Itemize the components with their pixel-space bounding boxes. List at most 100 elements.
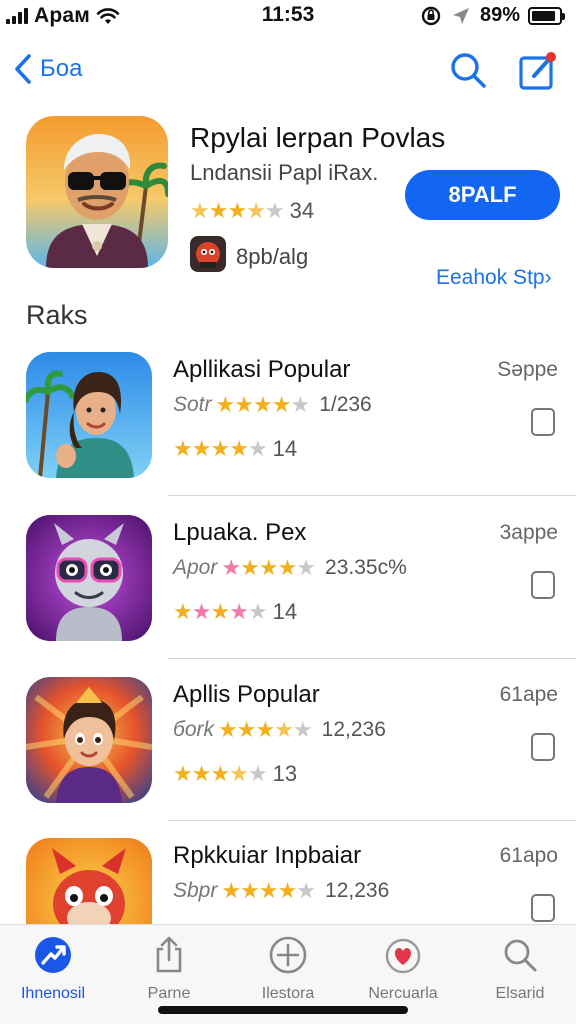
star-icon: ★ bbox=[258, 555, 279, 580]
app-rating: ★★★★★ 14 bbox=[173, 599, 297, 625]
star-icon: ★ bbox=[173, 599, 193, 624]
star-rating: ★★★★★ bbox=[221, 878, 316, 904]
see-all-link[interactable]: Eeahok Stp› bbox=[436, 266, 552, 290]
tab-label: Elsarid bbox=[495, 985, 545, 1002]
tab-label: Nercuarla bbox=[368, 985, 438, 1002]
star-icon: ★ bbox=[191, 436, 212, 461]
share-icon bbox=[156, 936, 182, 973]
review-count: 12,236 bbox=[321, 718, 386, 741]
star-icon: ★ bbox=[191, 599, 212, 624]
app-icon bbox=[26, 352, 152, 478]
location-icon bbox=[452, 7, 469, 24]
app-price: 3appe bbox=[499, 521, 558, 544]
star-icon: ★ bbox=[229, 436, 249, 461]
rating-count: 34 bbox=[289, 198, 315, 223]
home-indicator[interactable] bbox=[158, 1006, 408, 1014]
star-icon: ★ bbox=[240, 555, 260, 580]
star-icon: ★ bbox=[210, 761, 230, 786]
back-button[interactable]: Бoa bbox=[12, 52, 82, 86]
star-rating: ★★★★★ bbox=[218, 717, 313, 743]
app-subtitle: бork ★★★★★ 12,236 bbox=[173, 717, 386, 743]
star-rating: ★★★★★ bbox=[221, 555, 316, 581]
star-icon: ★ bbox=[296, 555, 316, 580]
app-category: Apor bbox=[173, 556, 218, 579]
developer-name[interactable]: 8pb/alg bbox=[236, 244, 308, 270]
developer-artwork bbox=[190, 236, 226, 272]
app-price: 61apo bbox=[499, 844, 558, 867]
rating-count: 14 bbox=[272, 436, 298, 461]
star-icon: ★ bbox=[234, 392, 254, 417]
tab-search[interactable]: Elsarid bbox=[465, 935, 575, 1003]
section-title: Raks bbox=[26, 300, 88, 330]
star-icon: ★ bbox=[229, 599, 249, 624]
search-icon bbox=[504, 939, 537, 972]
star-icon: ★ bbox=[277, 878, 298, 903]
developer-icon bbox=[190, 236, 226, 272]
star-rating: ★★★★★ bbox=[173, 436, 268, 462]
star-icon: ★ bbox=[247, 599, 268, 624]
tab-label: Parne bbox=[147, 985, 191, 1002]
star-icon: ★ bbox=[173, 761, 193, 786]
battery-percent: 89% bbox=[479, 4, 520, 26]
battery-level bbox=[532, 10, 556, 21]
select-checkbox[interactable] bbox=[531, 894, 555, 922]
featured-app-icon[interactable] bbox=[26, 116, 168, 268]
star-icon: ★ bbox=[290, 392, 310, 417]
app-category: бork bbox=[173, 718, 214, 741]
app-title: Apllis Popular bbox=[173, 681, 320, 708]
star-icon: ★ bbox=[292, 717, 313, 742]
tab-favorites[interactable]: Nercuarla bbox=[348, 935, 458, 1003]
select-checkbox[interactable] bbox=[531, 408, 555, 436]
heart-icon bbox=[385, 938, 421, 974]
star-icon: ★ bbox=[191, 761, 212, 786]
get-button[interactable]: 8PALF bbox=[405, 170, 560, 220]
tab-share[interactable]: Parne bbox=[114, 935, 224, 1003]
search-icon[interactable] bbox=[448, 50, 488, 90]
star-rating: ★★★★★ bbox=[215, 392, 311, 418]
tab-label: Ilestora bbox=[261, 985, 315, 1002]
app-artwork bbox=[26, 515, 152, 641]
rating-count: 13 bbox=[272, 761, 298, 786]
divider bbox=[168, 658, 576, 659]
star-icon: ★ bbox=[258, 878, 279, 903]
app-title: Apllikasi Popular bbox=[173, 356, 351, 383]
app-rating: ★★★★★ 14 bbox=[173, 436, 297, 462]
star-rating: ★★★★★ bbox=[173, 599, 268, 625]
app-subtitle: Sotr ★★★★★ 1/236 bbox=[173, 392, 372, 418]
app-category: Sotr bbox=[173, 393, 212, 416]
star-icon: ★ bbox=[208, 198, 229, 223]
compose-icon[interactable] bbox=[516, 50, 558, 92]
list-item[interactable]: Lpuaka. Pex Apor ★★★★★ 23.35c% ★★★★★ 14 … bbox=[0, 515, 576, 679]
star-icon: ★ bbox=[296, 878, 316, 903]
star-icon: ★ bbox=[255, 717, 275, 742]
battery-icon bbox=[528, 6, 565, 25]
tab-add[interactable]: Ilestora bbox=[233, 935, 343, 1003]
app-subtitle: Sbpr ★★★★★ 12,236 bbox=[173, 878, 389, 904]
tab-today[interactable]: Ihnenosil bbox=[0, 935, 108, 1003]
status-right: 89% bbox=[420, 4, 565, 27]
app-category: Sbpr bbox=[173, 879, 218, 902]
app-title: Rpkkuiar Inpbaiar bbox=[173, 842, 362, 869]
list-item[interactable]: Apllis Popular бork ★★★★★ 12,236 ★★★★★ 1… bbox=[0, 677, 576, 841]
chevron-left-icon bbox=[15, 54, 31, 84]
status-bar: Apaм 11:53 89% bbox=[0, 0, 576, 34]
app-rating: ★★★★★ 13 bbox=[173, 761, 297, 787]
list-item[interactable]: Apllikasi Popular Sotr ★★★★★ 1/236 ★★★★★… bbox=[0, 352, 576, 516]
star-icon: ★ bbox=[173, 436, 193, 461]
star-icon: ★ bbox=[227, 198, 247, 223]
star-icon: ★ bbox=[210, 436, 230, 461]
nav-bar: Бoa bbox=[0, 44, 576, 100]
star-icon: ★ bbox=[274, 717, 294, 742]
star-icon: ★ bbox=[240, 878, 260, 903]
select-checkbox[interactable] bbox=[531, 571, 555, 599]
select-checkbox[interactable] bbox=[531, 733, 555, 761]
star-icon: ★ bbox=[218, 717, 238, 742]
star-icon: ★ bbox=[215, 392, 236, 417]
app-price: 61ape bbox=[499, 683, 558, 706]
star-rating: ★★★★★ bbox=[190, 198, 285, 224]
star-icon: ★ bbox=[210, 599, 230, 624]
app-icon bbox=[26, 677, 152, 803]
app-title: Lpuaka. Pex bbox=[173, 519, 307, 546]
star-icon: ★ bbox=[236, 717, 257, 742]
star-icon: ★ bbox=[221, 878, 241, 903]
